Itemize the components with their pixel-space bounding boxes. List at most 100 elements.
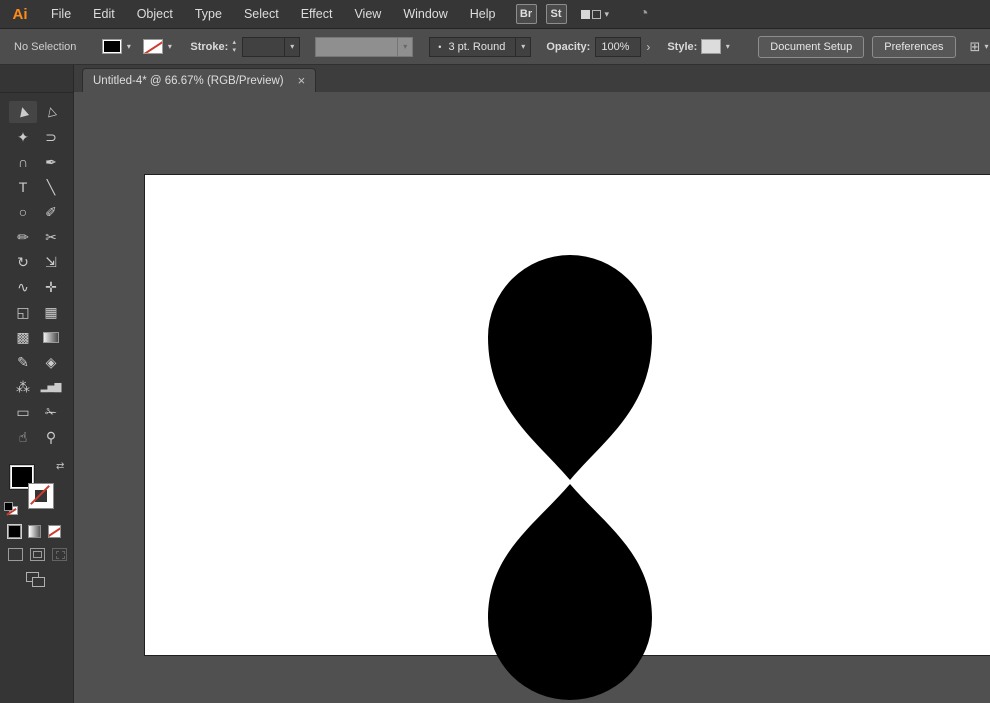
profile-dot-icon: • <box>438 41 442 52</box>
curvature-tool[interactable]: ∩ <box>9 151 37 173</box>
rotate-icon: ↻ <box>17 254 29 270</box>
width-profile-combo[interactable]: • 3 pt. Round ▾ <box>429 36 532 57</box>
symbol-sprayer-icon: ⁂ <box>16 379 30 395</box>
perspective-grid-tool[interactable]: ▦ <box>37 301 65 323</box>
pencil-tool[interactable]: ✏ <box>9 226 37 248</box>
bridge-button[interactable]: Br <box>515 4 537 24</box>
color-mode-row <box>8 525 61 538</box>
fill-color-swatch[interactable] <box>102 39 123 54</box>
stroke-label: Stroke: <box>190 40 229 53</box>
menu-file[interactable]: File <box>40 0 82 29</box>
stroke-chevron-icon[interactable]: ▾ <box>163 39 176 54</box>
style-swatch[interactable] <box>701 39 722 54</box>
stroke-indicator[interactable] <box>29 484 53 508</box>
default-fill-stroke-icon[interactable] <box>4 502 19 516</box>
draw-behind-button[interactable] <box>30 548 45 561</box>
document-tab-title: Untitled-4* @ 66.67% (RGB/Preview) <box>93 74 284 87</box>
cs-live-icon[interactable]: ◔ <box>639 6 649 22</box>
lasso-tool[interactable]: ⊃ <box>37 126 65 148</box>
chevron-down-icon[interactable]: ▾ <box>515 37 530 56</box>
selection-status: No Selection <box>14 40 77 53</box>
menu-edit[interactable]: Edit <box>82 0 126 29</box>
eyedropper-tool[interactable]: ✎ <box>9 351 37 373</box>
line-segment-icon: ╲ <box>46 179 56 195</box>
mesh-icon: ▩ <box>16 329 30 345</box>
rotate-tool[interactable]: ↻ <box>9 251 37 273</box>
scissors-tool[interactable]: ✂ <box>37 226 65 248</box>
free-transform-tool[interactable]: ✛ <box>37 276 65 298</box>
default-fill-icon <box>4 502 13 511</box>
menu-select[interactable]: Select <box>233 0 290 29</box>
stepper-up-icon[interactable]: ▴ <box>228 39 240 47</box>
document-setup-button[interactable]: Document Setup <box>758 35 865 58</box>
menu-effect[interactable]: Effect <box>290 0 344 29</box>
artboard-tool[interactable]: ▭ <box>9 401 37 423</box>
selection-tool[interactable]: ▶ <box>9 101 37 123</box>
stepper-down-icon[interactable]: ▾ <box>228 47 240 55</box>
draw-inside-button[interactable] <box>52 548 67 561</box>
teardrop-shape-bottom[interactable] <box>488 484 652 700</box>
stroke-weight-stepper[interactable]: ▴ ▾ <box>228 37 240 57</box>
color-button[interactable] <box>8 525 21 538</box>
menu-object[interactable]: Object <box>126 0 184 29</box>
slice-tool[interactable]: ✁ <box>37 401 65 423</box>
pen-tool[interactable]: ✒ <box>37 151 65 173</box>
direct-selection-tool-icon: ▷ <box>43 105 59 119</box>
style-chevron-icon[interactable]: ▾ <box>721 39 734 54</box>
type-tool[interactable]: T <box>9 176 37 198</box>
opacity-input[interactable]: 100% <box>595 36 642 57</box>
canvas-pasteboard[interactable] <box>74 92 990 703</box>
menu-help[interactable]: Help <box>459 0 507 29</box>
gradient-button[interactable] <box>28 525 41 538</box>
preferences-button[interactable]: Preferences <box>872 35 956 58</box>
symbol-sprayer-tool[interactable]: ⁂ <box>9 376 37 398</box>
change-screen-mode-button[interactable] <box>26 572 48 590</box>
stock-button[interactable]: St <box>545 4 567 24</box>
magic-wand-icon: ✦ <box>17 129 29 145</box>
chevron-down-icon: ▾ <box>604 8 610 19</box>
opacity-arrow-icon[interactable]: › <box>641 37 655 57</box>
mesh-tool[interactable]: ▩ <box>9 326 37 348</box>
swap-fill-stroke-icon[interactable]: ⇄ <box>56 461 64 472</box>
none-button[interactable] <box>48 525 61 538</box>
paintbrush-tool[interactable]: ✐ <box>37 201 65 223</box>
document-tab[interactable]: Untitled-4* @ 66.67% (RGB/Preview) × <box>82 68 317 92</box>
fill-chevron-icon[interactable]: ▾ <box>122 39 135 54</box>
shape-builder-tool[interactable]: ◱ <box>9 301 37 323</box>
chevron-down-icon[interactable]: ▾ <box>284 37 299 56</box>
menu-type[interactable]: Type <box>184 0 233 29</box>
line-segment-tool[interactable]: ╲ <box>37 176 65 198</box>
type-icon: T <box>18 179 28 195</box>
hand-tool[interactable]: ☝ <box>9 426 37 448</box>
ellipse-icon: ○ <box>18 204 28 220</box>
scale-icon: ⇲ <box>45 254 57 270</box>
hand-icon: ☝ <box>18 429 28 445</box>
menu-view[interactable]: View <box>343 0 392 29</box>
pen-icon: ✒ <box>45 154 57 170</box>
column-graph-tool[interactable]: ▂▅▇ <box>37 376 65 398</box>
draw-normal-button[interactable] <box>8 548 23 561</box>
control-panel-options[interactable]: ⊞ ▾ <box>970 39 989 55</box>
blend-icon: ◈ <box>45 354 57 370</box>
document-tab-strip: «« Untitled-4* @ 66.67% (RGB/Preview) × <box>0 65 990 92</box>
gradient-tool-icon <box>43 331 59 343</box>
style-label: Style: <box>667 40 698 53</box>
stroke-color-swatch[interactable] <box>143 39 164 54</box>
zoom-tool[interactable]: ⚲ <box>37 426 65 448</box>
teardrop-shape-top[interactable] <box>488 255 652 480</box>
scale-tool[interactable]: ⇲ <box>37 251 65 273</box>
menu-window[interactable]: Window <box>392 0 458 29</box>
direct-selection-tool[interactable]: ▷ <box>37 101 65 123</box>
blend-tool[interactable]: ◈ <box>37 351 65 373</box>
stroke-weight-combo[interactable]: ▾ <box>242 36 301 57</box>
width-tool[interactable]: ∿ <box>9 276 37 298</box>
menubar: Ai File Edit Object Type Select Effect V… <box>0 0 990 29</box>
screen-mode-icon <box>32 577 45 587</box>
ellipse-tool[interactable]: ○ <box>9 201 37 223</box>
gradient-tool[interactable] <box>37 326 65 348</box>
close-tab-icon[interactable]: × <box>298 74 306 87</box>
zoom-icon: ⚲ <box>45 429 57 445</box>
workspace-switcher[interactable]: ▾ <box>580 8 610 20</box>
artwork-layer <box>488 255 652 700</box>
magic-wand-tool[interactable]: ✦ <box>9 126 37 148</box>
